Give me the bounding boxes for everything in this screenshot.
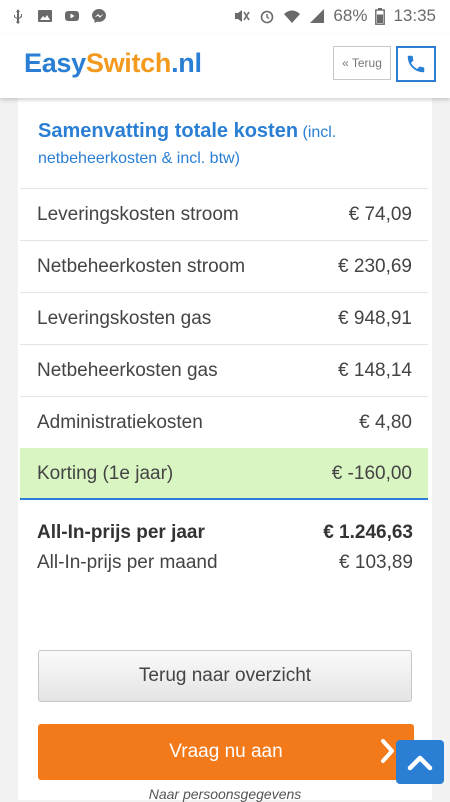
cost-value: € 148,14 <box>338 359 412 381</box>
mute-icon <box>235 10 251 22</box>
phone-icon <box>407 55 425 73</box>
logo-part-switch: Switch <box>85 48 172 78</box>
easyswitch-logo[interactable]: EasySwitch.nl <box>24 48 202 79</box>
cost-label: Administratiekosten <box>37 411 203 433</box>
chevron-right-icon <box>381 739 394 763</box>
app-header: EasySwitch.nl « Terug <box>0 34 450 98</box>
clock: 13:35 <box>393 6 436 25</box>
discount-value: € -160,00 <box>331 462 412 484</box>
totals: All-In-prijs per jaar € 1.246,63 All-In-… <box>37 518 413 578</box>
messenger-icon <box>92 9 106 23</box>
cost-rows: Leveringskosten stroom € 74,09 Netbeheer… <box>20 188 428 500</box>
total-month-row: All-In-prijs per maand € 103,89 <box>37 548 413 578</box>
battery-percentage: 68% <box>333 6 368 25</box>
total-year-label: All-In-prijs per jaar <box>37 522 205 543</box>
discount-row: Korting (1e jaar) € -160,00 <box>20 448 428 500</box>
chevron-up-icon <box>407 755 433 771</box>
cost-value: € 74,09 <box>348 203 412 225</box>
cost-row: Administratiekosten € 4,80 <box>20 396 428 448</box>
cost-value: € 4,80 <box>359 411 412 433</box>
usb-icon <box>14 9 22 24</box>
call-button[interactable] <box>396 46 436 82</box>
cost-value: € 948,91 <box>338 307 412 329</box>
scroll-to-top-button[interactable] <box>396 740 444 784</box>
apply-now-label: Vraag nu aan <box>169 741 283 762</box>
summary-title: Samenvatting totale kosten (incl. netbeh… <box>38 118 418 172</box>
cost-label: Netbeheerkosten stroom <box>37 255 246 277</box>
system-indicators: 68% 13:35 <box>233 6 436 26</box>
total-month-value: € 103,89 <box>339 552 413 573</box>
cost-row: Netbeheerkosten stroom € 230,69 <box>20 240 428 292</box>
status-bar: 68% 13:35 <box>0 0 450 34</box>
alarm-icon <box>261 10 274 24</box>
total-year-value: € 1.246,63 <box>323 522 413 543</box>
notification-icons <box>10 8 107 24</box>
cost-label: Leveringskosten gas <box>37 307 212 329</box>
image-icon <box>38 10 52 22</box>
total-month-label: All-In-prijs per maand <box>37 552 218 573</box>
summary-title-main: Samenvatting totale kosten <box>38 120 299 142</box>
signal-icon <box>310 9 325 23</box>
battery-icon <box>375 7 386 25</box>
cost-label: Leveringskosten stroom <box>37 203 239 225</box>
total-year-row: All-In-prijs per jaar € 1.246,63 <box>37 518 413 548</box>
cost-row: Leveringskosten stroom € 74,09 <box>20 188 428 240</box>
cost-label: Netbeheerkosten gas <box>37 359 218 381</box>
discount-label: Korting (1e jaar) <box>37 462 174 484</box>
logo-part-easy: Easy <box>24 48 86 78</box>
youtube-icon <box>65 11 79 21</box>
back-to-overview-button[interactable]: Terug naar overzicht <box>38 650 412 702</box>
cost-summary-card: Samenvatting totale kosten (incl. netbeh… <box>18 98 432 802</box>
back-button[interactable]: « Terug <box>333 46 391 80</box>
apply-now-button[interactable]: Vraag nu aan <box>38 724 414 780</box>
cost-value: € 230,69 <box>338 255 412 277</box>
wifi-icon <box>284 10 301 23</box>
logo-part-nl: .nl <box>171 48 202 78</box>
cost-row: Leveringskosten gas € 948,91 <box>20 292 428 344</box>
cost-row: Netbeheerkosten gas € 148,14 <box>20 344 428 396</box>
